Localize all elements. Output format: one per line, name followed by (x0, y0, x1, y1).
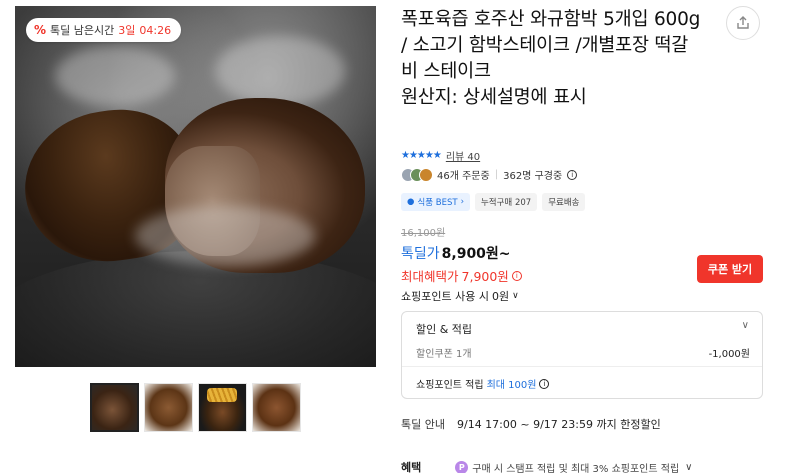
timer-time: 04:26 (139, 23, 172, 37)
info-icon[interactable]: i (511, 270, 522, 281)
review-link[interactable]: 리뷰 40 (446, 148, 480, 163)
rating-stars: ★★★★★ (401, 150, 442, 161)
deal-info-row: 톡딜 안내 9/14 17:00 ~ 9/17 23:59 까지 한정할인 (401, 416, 661, 432)
buyers-row: 46개 주문중 | 362명 구경중 i (401, 167, 578, 182)
chevron-down-icon: ∨ (512, 291, 519, 301)
avatar (419, 167, 433, 182)
coupon-label: 할인쿠폰 1개 (416, 349, 472, 360)
tag-best[interactable]: ● 식품 BEST › (401, 193, 470, 211)
orders-count: 46개 주문중 (437, 171, 490, 182)
timer-days: 3일 (118, 24, 136, 37)
chevron-down-icon[interactable]: ∨ (742, 320, 749, 331)
deal-info-label: 톡딜 안내 (401, 418, 445, 431)
point-accrual-label: 쇼핑포인트 적립 (416, 380, 484, 391)
deal-price: 톡딜가 8,900원~ (401, 243, 511, 263)
divider (402, 366, 762, 367)
share-button[interactable] (726, 6, 760, 40)
chevron-right-icon: › (460, 197, 464, 207)
benefit-text-wrap: P 구매 시 스탬프 적립 및 최대 3% 쇼핑포인트 적립 ∨ (455, 460, 692, 473)
point-accrual-value: 최대 100원 (486, 380, 537, 391)
deal-price-label: 톡딜가 (401, 246, 440, 262)
original-price: 16,100원 (401, 228, 446, 239)
thumbnail-2[interactable] (144, 383, 193, 432)
share-icon (737, 16, 749, 29)
product-name: 폭포육즙 호주산 와규함박 5개입 600g / 소고기 함박스테이크 /개별포… (401, 9, 701, 82)
point-use-label: 쇼핑포인트 사용 시 (401, 290, 489, 303)
thumbnail-3[interactable] (198, 383, 247, 432)
product-main-image[interactable]: % 톡딜 남은시간 3일 04:26 (15, 6, 376, 367)
info-icon[interactable]: i (567, 169, 578, 180)
point-use-value: 0원 (491, 290, 510, 303)
tag-cumulative: 누적구매 207 (474, 193, 538, 211)
best-badge-icon: ● (407, 197, 415, 207)
get-coupon-button[interactable]: 쿠폰 받기 (697, 255, 763, 283)
rating-row: ★★★★★ 리뷰 40 (401, 148, 480, 163)
info-icon[interactable]: i (539, 378, 550, 389)
coupon-row: 할인쿠폰 1개 -1,000원 (416, 345, 750, 360)
thumbnail-4[interactable] (252, 383, 301, 432)
timer-label: 톡딜 남은시간 (50, 24, 115, 37)
max-price-value: 7,900원 (461, 269, 509, 284)
divider: | (494, 169, 499, 180)
pan-shape (15, 251, 376, 367)
benefit-label: 혜택 (401, 461, 422, 473)
coupon-value: -1,000원 (708, 349, 750, 360)
tag-free-shipping: 무료배송 (542, 193, 586, 211)
product-origin: 원산지: 상세설명에 표시 (401, 87, 587, 108)
point-accrual-row: 쇼핑포인트 적립 최대 100원 i (416, 376, 550, 391)
steam-shape (135, 206, 315, 266)
viewers-count: 362명 구경중 (503, 171, 563, 182)
discount-panel: 할인 & 적립 ∨ 할인쿠폰 1개 -1,000원 쇼핑포인트 적립 최대 10… (401, 311, 763, 399)
deal-price-value: 8,900원~ (441, 246, 511, 262)
thumbnail-1[interactable] (90, 383, 139, 432)
thumbnail-strip (90, 383, 301, 432)
benefit-text: 구매 시 스탬프 적립 및 최대 3% 쇼핑포인트 적립 (472, 463, 680, 473)
steam-shape (55, 46, 175, 106)
chevron-down-icon[interactable]: ∨ (685, 462, 692, 473)
benefit-row: 혜택 P 구매 시 스탬프 적립 및 최대 3% 쇼핑포인트 적립 ∨ (401, 459, 692, 473)
discount-panel-title: 할인 & 적립 (416, 323, 473, 336)
tag-row: ● 식품 BEST › 누적구매 207 무료배송 (401, 193, 586, 211)
point-icon: P (455, 460, 469, 473)
buyer-avatars (401, 167, 433, 182)
point-use-toggle[interactable]: 쇼핑포인트 사용 시 0원 ∨ (401, 288, 519, 304)
max-price-label: 최대혜택가 (401, 269, 459, 284)
product-title: 폭포육즙 호주산 와규함박 5개입 600g / 소고기 함박스테이크 /개별포… (401, 7, 701, 111)
deal-info-period: 9/14 17:00 ~ 9/17 23:59 까지 한정할인 (456, 418, 661, 431)
steam-shape (215, 36, 345, 106)
deal-timer-badge: % 톡딜 남은시간 3일 04:26 (26, 18, 182, 42)
percent-icon: % (34, 23, 47, 37)
max-benefit-price: 최대혜택가 7,900원 i (401, 266, 522, 285)
